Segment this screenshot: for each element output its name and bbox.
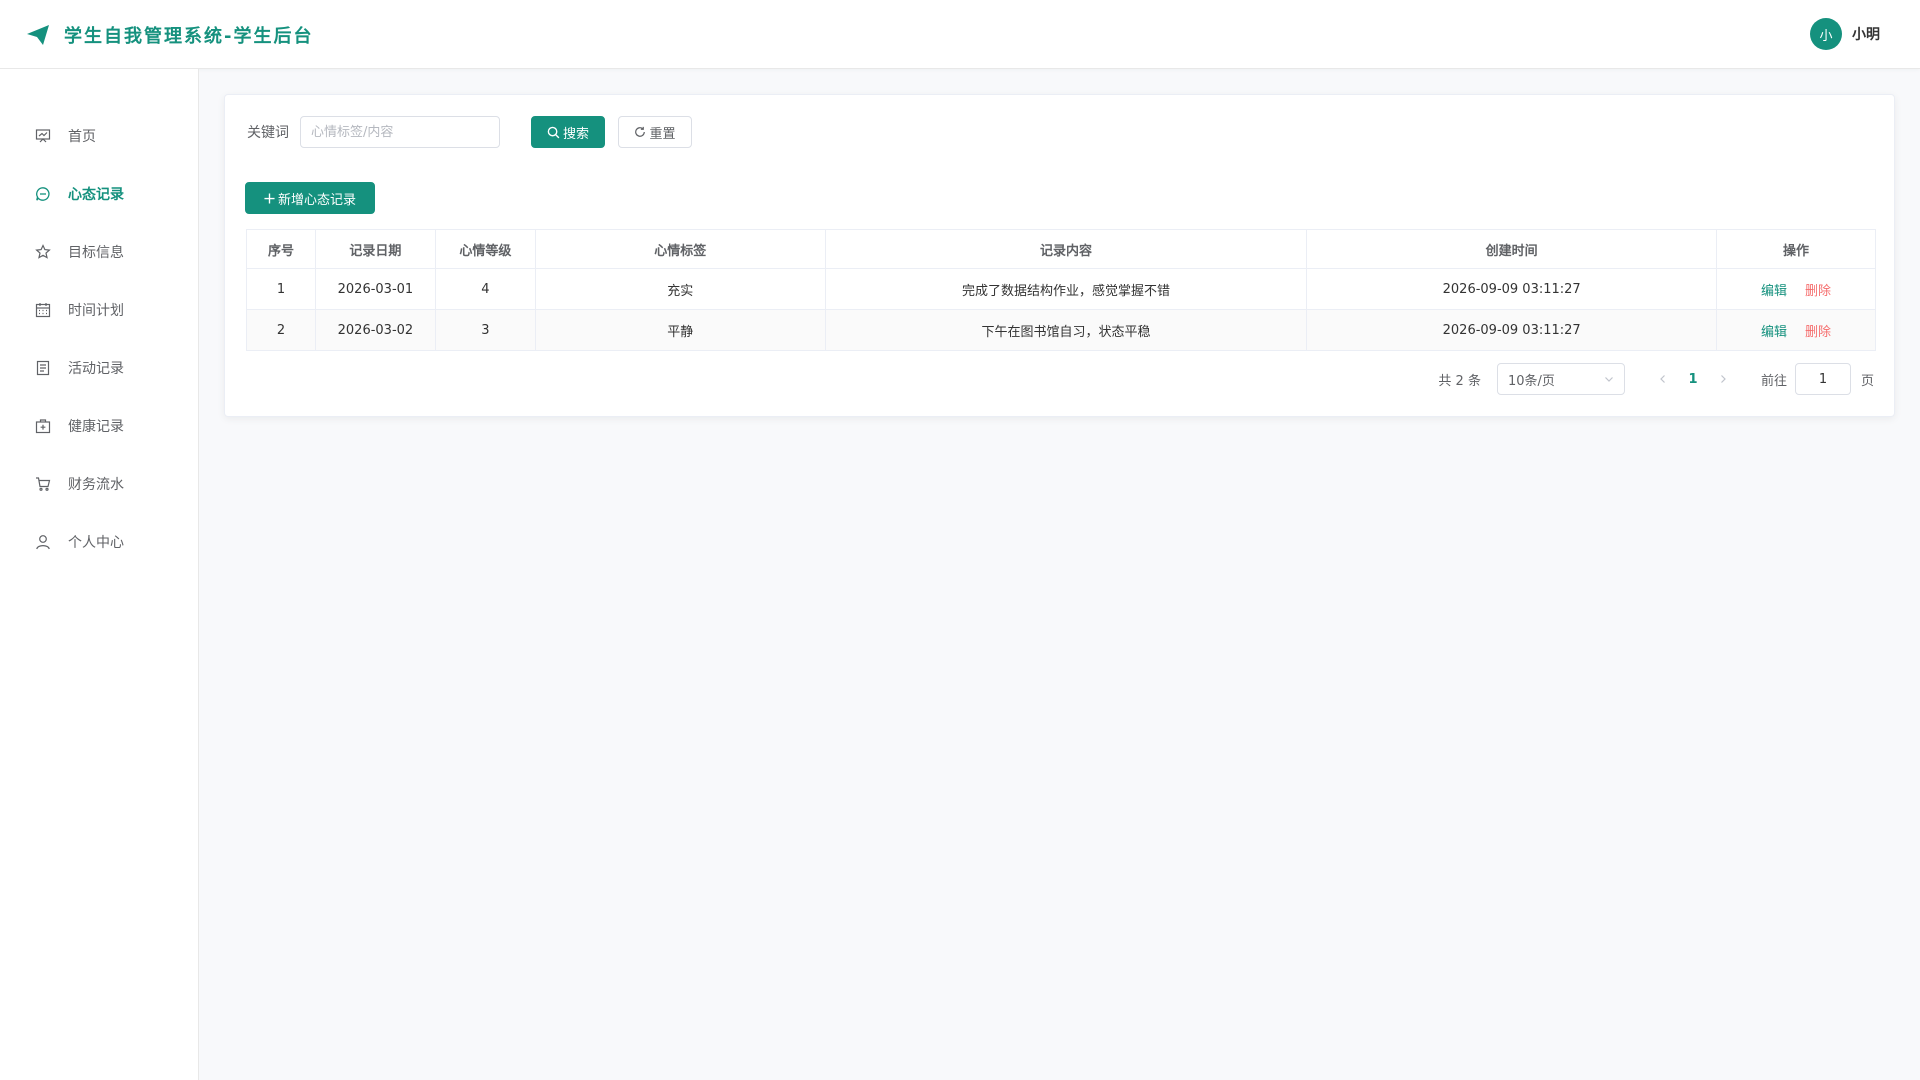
column-header-actions: 操作 xyxy=(1716,229,1876,269)
keyword-search-input[interactable] xyxy=(300,116,500,148)
sidebar-item-label: 目标信息 xyxy=(68,245,124,261)
cell-actions: 编辑 删除 xyxy=(1716,309,1876,351)
cell-date: 2026-03-02 xyxy=(314,309,436,351)
star-icon xyxy=(34,243,52,261)
edit-link[interactable]: 编辑 xyxy=(1761,284,1787,299)
medical-box-icon xyxy=(34,417,52,435)
sidebar-item-label: 财务流水 xyxy=(68,477,124,493)
page-suffix-label: 页 xyxy=(1860,373,1874,389)
main-card: 关键词 搜索 重置 新增心态记录 序号 记录日期 心情等级 心情标签 记录内容 … xyxy=(224,94,1895,417)
cell-actions: 编辑 删除 xyxy=(1716,268,1876,310)
column-header-level: 心情等级 xyxy=(434,229,536,269)
sidebar-item-label: 健康记录 xyxy=(68,419,124,435)
calendar-icon xyxy=(34,301,52,319)
table-row: 1 2026-03-01 4 充实 完成了数据结构作业，感觉掌握不错 2026-… xyxy=(246,268,1876,310)
goto-label: 前往 xyxy=(1760,373,1787,389)
cell-tag: 平静 xyxy=(534,309,826,351)
add-mood-record-button[interactable]: 新增心态记录 xyxy=(245,182,375,214)
cell-created: 2026-09-09 03:11:27 xyxy=(1306,268,1718,310)
cell-created: 2026-09-09 03:11:27 xyxy=(1306,309,1718,351)
table-row: 2 2026-03-02 3 平静 下午在图书馆自习，状态平稳 2026-09-… xyxy=(246,309,1876,351)
page-number-current[interactable]: 1 xyxy=(1677,372,1709,387)
cart-icon xyxy=(34,475,52,493)
app-title: 学生自我管理系统-学生后台 xyxy=(64,26,314,47)
search-button-label: 搜索 xyxy=(562,126,589,142)
cell-level: 3 xyxy=(434,309,536,351)
sidebar-item-schedule[interactable]: 时间计划 xyxy=(0,290,199,330)
reset-button[interactable]: 重置 xyxy=(618,116,692,148)
chevron-left-icon xyxy=(1660,375,1665,383)
column-header-tag: 心情标签 xyxy=(534,229,826,269)
sidebar-item-label: 个人中心 xyxy=(68,535,124,551)
delete-link[interactable]: 删除 xyxy=(1805,325,1831,340)
page-size-value: 10条/页 xyxy=(1507,373,1555,389)
chevron-down-icon xyxy=(1605,377,1613,382)
column-header-content: 记录内容 xyxy=(824,229,1308,269)
edit-link[interactable]: 编辑 xyxy=(1761,325,1787,340)
pagination-total: 共 2 条 xyxy=(1438,373,1481,389)
avatar[interactable]: 小 xyxy=(1810,18,1842,50)
sidebar-item-label: 时间计划 xyxy=(68,303,124,319)
sidebar-item-home[interactable]: 首页 xyxy=(0,116,199,156)
sidebar-item-mood[interactable]: 心态记录 xyxy=(0,174,199,214)
search-button[interactable]: 搜索 xyxy=(531,116,605,148)
column-header-index: 序号 xyxy=(246,229,316,269)
cell-content: 下午在图书馆自习，状态平稳 xyxy=(824,309,1308,351)
add-button-label: 新增心态记录 xyxy=(277,192,356,208)
chevron-right-icon xyxy=(1721,375,1726,383)
mood-record-table: 序号 记录日期 心情等级 心情标签 记录内容 创建时间 操作 1 2026-03… xyxy=(246,229,1876,351)
pagination: 共 2 条 10条/页 1 前往 页 xyxy=(1438,363,1874,395)
paper-plane-icon xyxy=(27,25,49,45)
sidebar-item-goals[interactable]: 目标信息 xyxy=(0,232,199,272)
cell-tag: 充实 xyxy=(534,268,826,310)
sidebar-item-label: 首页 xyxy=(68,129,96,145)
cell-index: 2 xyxy=(246,309,316,351)
user-menu[interactable]: 小 小明 xyxy=(1810,18,1880,50)
table-header-row: 序号 记录日期 心情等级 心情标签 记录内容 创建时间 操作 xyxy=(246,229,1876,269)
sidebar: 首页 心态记录 目标信息 时间计划 活动记录 健康记录 财务流水 个人中心 xyxy=(0,69,199,1080)
page-size-select[interactable]: 10条/页 xyxy=(1496,363,1625,395)
document-icon xyxy=(34,359,52,377)
goto-page-input[interactable] xyxy=(1794,363,1851,395)
keyword-label: 关键词 xyxy=(247,125,289,141)
cell-content: 完成了数据结构作业，感觉掌握不错 xyxy=(824,268,1308,310)
sidebar-item-label: 活动记录 xyxy=(68,361,124,377)
chat-bubble-icon xyxy=(34,185,52,203)
delete-link[interactable]: 删除 xyxy=(1805,284,1831,299)
sidebar-item-label: 心态记录 xyxy=(68,187,124,203)
user-icon xyxy=(34,533,52,551)
dashboard-icon xyxy=(34,127,52,145)
sidebar-item-activities[interactable]: 活动记录 xyxy=(0,348,199,388)
next-page-button[interactable] xyxy=(1709,365,1737,393)
reset-button-label: 重置 xyxy=(649,126,676,142)
cell-date: 2026-03-01 xyxy=(314,268,436,310)
top-header: 学生自我管理系统-学生后台 小 小明 xyxy=(0,0,1920,69)
sidebar-item-profile[interactable]: 个人中心 xyxy=(0,522,199,562)
column-header-date: 记录日期 xyxy=(314,229,436,269)
brand: 学生自我管理系统-学生后台 xyxy=(26,22,313,48)
sidebar-item-health[interactable]: 健康记录 xyxy=(0,406,199,446)
cell-level: 4 xyxy=(434,268,536,310)
refresh-icon xyxy=(635,126,646,137)
search-icon xyxy=(547,126,560,138)
column-header-created: 创建时间 xyxy=(1306,229,1718,269)
prev-page-button[interactable] xyxy=(1649,365,1677,393)
sidebar-item-finance[interactable]: 财务流水 xyxy=(0,464,199,504)
username[interactable]: 小明 xyxy=(1852,24,1880,44)
cell-index: 1 xyxy=(246,268,316,310)
plus-icon xyxy=(264,192,275,204)
